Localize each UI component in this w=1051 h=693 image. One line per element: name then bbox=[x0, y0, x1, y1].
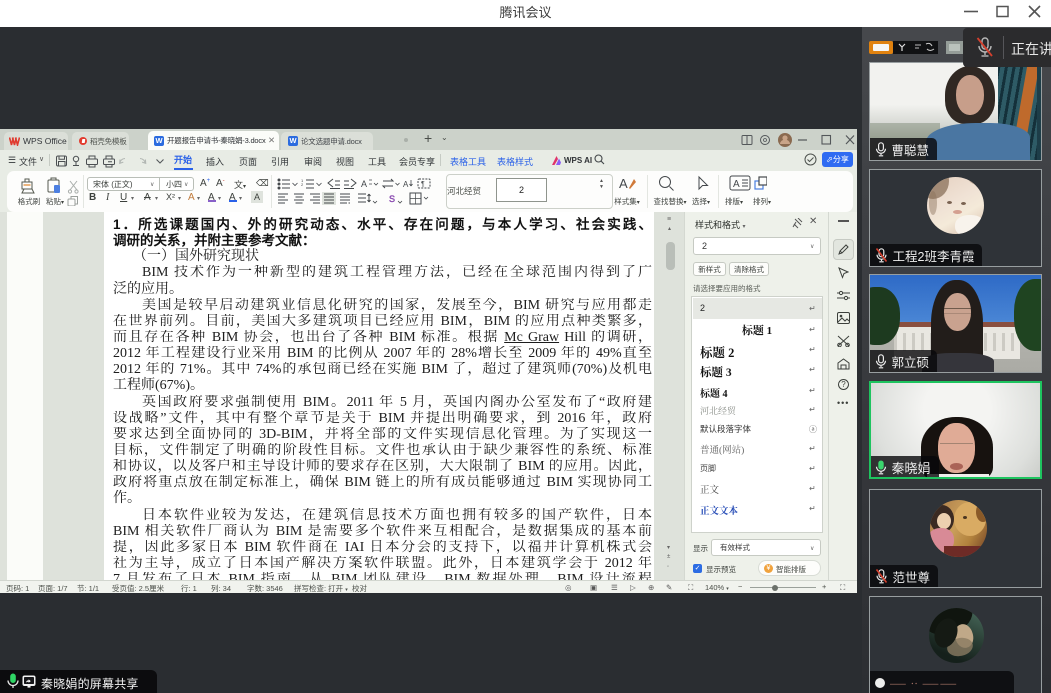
svg-text:2: 2 bbox=[301, 182, 304, 187]
svg-text:A: A bbox=[361, 179, 367, 189]
svg-text:A: A bbox=[619, 176, 628, 191]
svg-text:S: S bbox=[389, 194, 395, 204]
svg-text:A: A bbox=[403, 180, 409, 189]
svg-text:¶: ¶ bbox=[421, 181, 425, 188]
svg-text:A: A bbox=[733, 179, 740, 190]
